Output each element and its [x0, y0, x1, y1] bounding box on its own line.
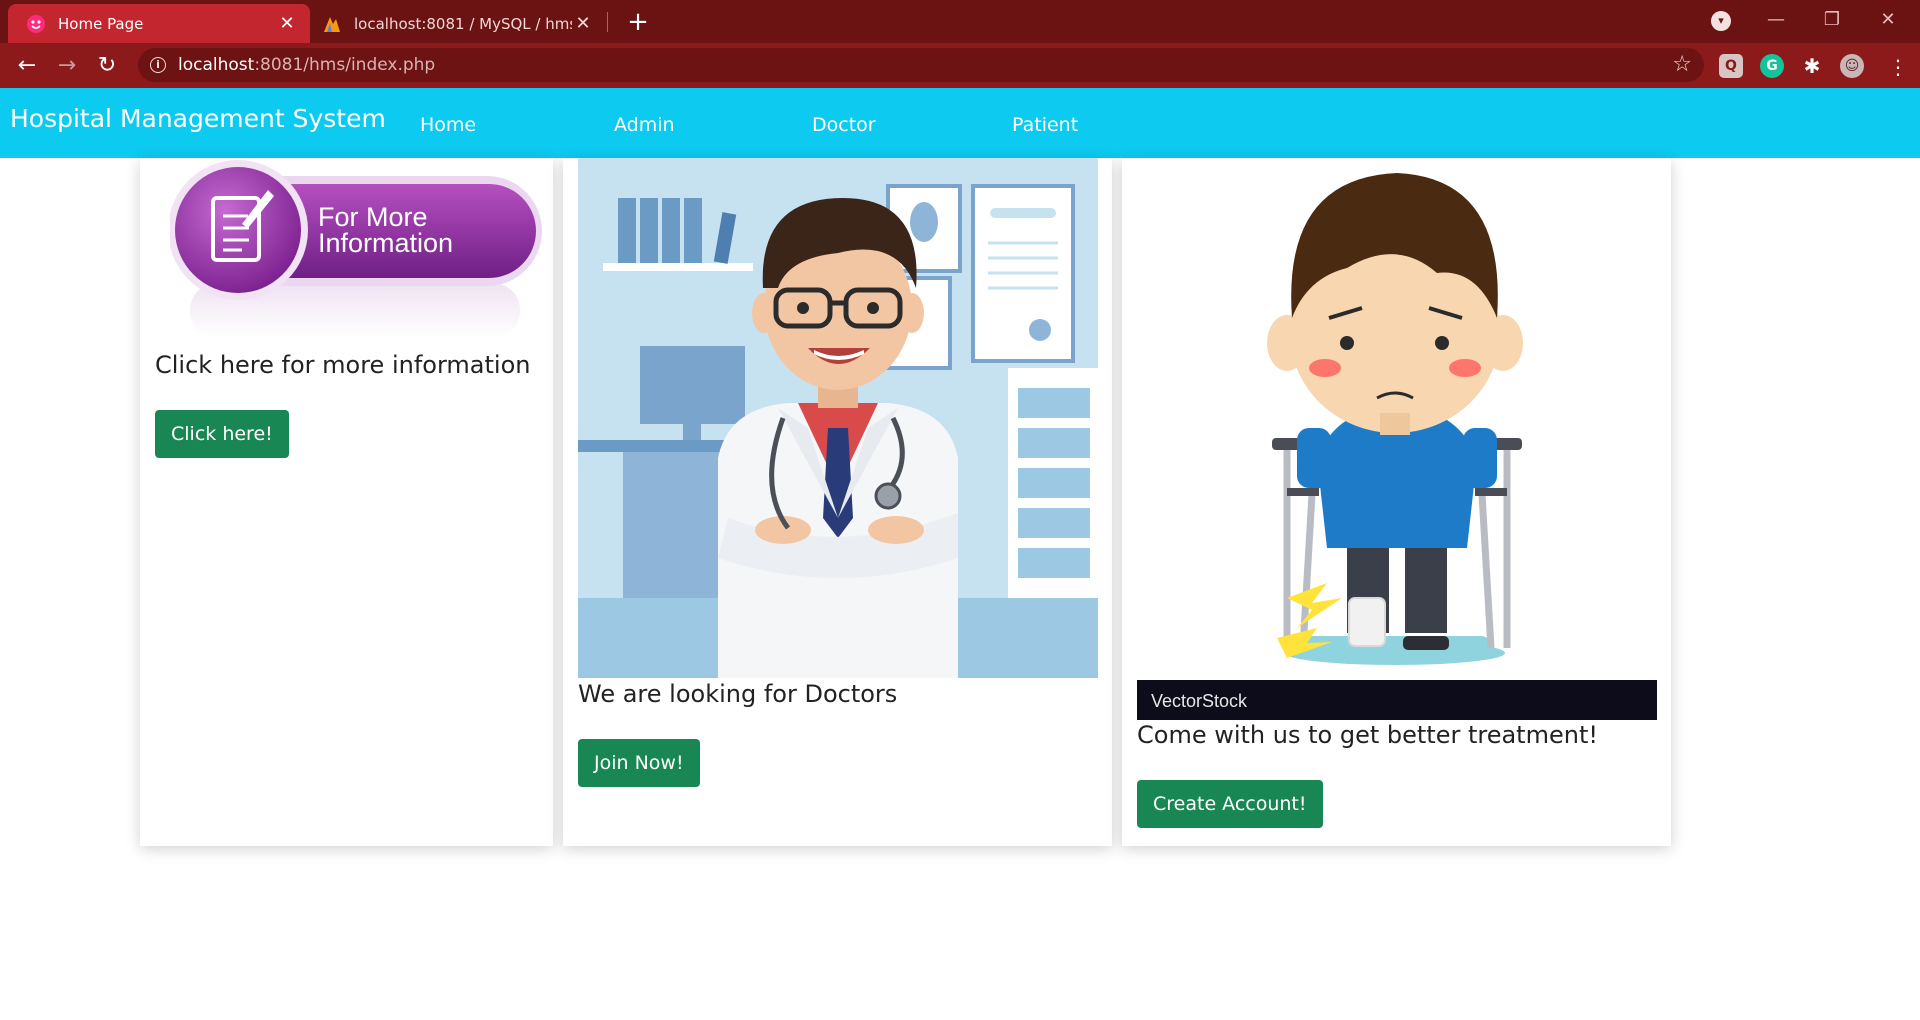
more-menu-icon[interactable]: ⋮	[1888, 55, 1908, 79]
create-account-button[interactable]: Create Account!	[1137, 780, 1323, 828]
card-text: We are looking for Doctors	[578, 680, 898, 708]
info-card: For More Information Click here for more…	[140, 158, 553, 846]
browser-tab-strip: Home Page ✕ localhost:8081 / MySQL / hms…	[0, 0, 1920, 43]
address-bar[interactable]: i localhost:8081/hms/index.php ☆	[138, 48, 1704, 82]
vectorstock-watermark: VectorStock	[1151, 691, 1248, 711]
restore-icon[interactable]: ❐	[1810, 6, 1854, 34]
forward-arrow-icon[interactable]: →	[52, 51, 82, 81]
url-path: :8081/hms/index.php	[254, 55, 436, 75]
for-more-information-badge-image[interactable]: For More Information	[170, 158, 550, 348]
injured-patient-illustration-image: VectorStock	[1137, 158, 1657, 720]
new-tab-plus-icon[interactable]: +	[622, 6, 654, 38]
tab-search-chevron-icon[interactable]: ▾	[1711, 11, 1731, 31]
nav-link-home[interactable]: Home	[420, 114, 476, 136]
extensions-puzzle-icon[interactable]: ✱	[1800, 54, 1824, 78]
close-window-icon[interactable]: ✕	[1866, 6, 1910, 34]
tab-separator	[607, 12, 608, 32]
join-now-button[interactable]: Join Now!	[578, 739, 700, 787]
close-tab-icon[interactable]: ✕	[276, 13, 298, 34]
extension-q-icon[interactable]: Q	[1719, 54, 1743, 78]
tab-home-page[interactable]: Home Page ✕	[8, 4, 310, 43]
nav-link-patient[interactable]: Patient	[1012, 114, 1078, 136]
site-info-icon[interactable]: i	[150, 57, 166, 73]
grammarly-icon[interactable]: G	[1760, 54, 1784, 78]
patient-card: VectorStock Come with us to get better t…	[1122, 158, 1671, 846]
back-arrow-icon[interactable]: ←	[12, 51, 42, 81]
badge-text-line2: Information	[318, 228, 453, 258]
bookmark-star-icon[interactable]: ☆	[1672, 52, 1692, 77]
minimize-icon[interactable]: —	[1754, 6, 1798, 34]
nav-link-doctor[interactable]: Doctor	[812, 114, 876, 136]
tab-title: localhost:8081 / MySQL / hms / i	[354, 14, 572, 33]
phpmyadmin-favicon-icon	[324, 16, 340, 32]
site-navbar: Hospital Management System Home Admin Do…	[0, 88, 1920, 158]
card-text: Come with us to get better treatment!	[1137, 721, 1598, 749]
card-text: Click here for more information	[155, 351, 531, 379]
navbar-brand[interactable]: Hospital Management System	[10, 104, 386, 133]
app-favicon-icon	[27, 14, 45, 33]
click-here-button[interactable]: Click here!	[155, 410, 289, 458]
doctor-card: We are looking for Doctors Join Now!	[563, 158, 1112, 846]
nav-link-admin[interactable]: Admin	[614, 114, 675, 136]
tab-phpmyadmin[interactable]: localhost:8081 / MySQL / hms / i ✕	[314, 4, 604, 43]
reload-icon[interactable]: ↻	[92, 51, 122, 81]
browser-toolbar: ← → ↻ i localhost:8081/hms/index.php ☆ Q…	[0, 43, 1920, 88]
doctor-illustration-image	[578, 158, 1098, 678]
url-host: localhost	[178, 55, 255, 75]
tab-title: Home Page	[58, 14, 144, 33]
profile-avatar-icon[interactable]: ☺	[1840, 54, 1864, 78]
close-tab-icon[interactable]: ✕	[572, 13, 594, 34]
address-url[interactable]: localhost:8081/hms/index.php	[178, 55, 435, 75]
